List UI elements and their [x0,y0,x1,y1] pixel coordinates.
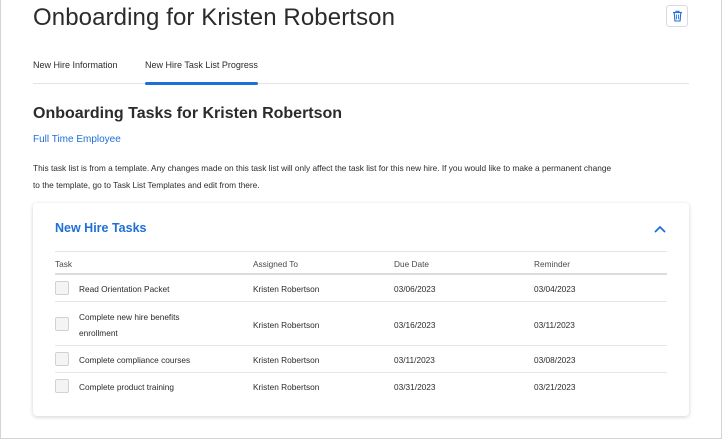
due-date: 03/16/2023 [394,320,436,330]
new-hire-tasks-card: New Hire Tasks Task Assigned To Due Date… [33,203,689,416]
delete-button[interactable] [666,5,688,27]
tab-new-hire-task-list-progress[interactable]: New Hire Task List Progress [145,60,258,85]
tasks-table: Task Assigned To Due Date Reminder Read … [55,251,667,400]
reminder-date: 03/08/2023 [534,355,576,365]
due-date: 03/11/2023 [394,355,435,365]
table-header: Task Assigned To Due Date Reminder [55,251,667,275]
task-name: Complete new hire benefits enrollment [79,309,229,341]
task-name: Complete compliance courses [79,355,191,365]
tab-new-hire-information[interactable]: New Hire Information [33,60,118,84]
task-checkbox[interactable] [55,379,69,393]
table-row: Complete new hire benefits enrollment Kr… [55,302,667,346]
assigned-to: Kristen Robertson [253,320,320,330]
task-checkbox[interactable] [55,352,69,366]
due-date: 03/31/2023 [394,382,436,392]
task-checkbox[interactable] [55,317,69,331]
column-header-task: Task [55,259,73,269]
task-checkbox[interactable] [55,281,69,295]
section-title: Onboarding Tasks for Kristen Robertson [33,105,343,122]
column-header-assigned-to: Assigned To [253,259,299,269]
assigned-to: Kristen Robertson [253,382,320,392]
chevron-up-icon[interactable] [653,224,667,234]
employee-type-link[interactable]: Full Time Employee [33,134,121,145]
tab-bar: New Hire Information New Hire Task List … [33,60,689,85]
column-header-reminder: Reminder [534,259,570,269]
reminder-date: 03/11/2023 [534,320,575,330]
reminder-date: 03/04/2023 [534,284,576,294]
page-container: Onboarding for Kristen Robertson New Hir… [0,0,722,439]
assigned-to: Kristen Robertson [253,284,320,294]
notice-line-1: This task list is from a template. Any c… [33,163,612,173]
reminder-date: 03/21/2023 [534,382,576,392]
template-notice: This task list is from a template. Any c… [33,160,693,194]
task-name-line-2: enrollment [79,328,118,338]
due-date: 03/06/2023 [394,284,436,294]
table-row: Complete product training Kristen Robert… [55,373,667,400]
notice-line-2: to the template, go to Task List Templat… [33,180,260,190]
table-row: Complete compliance courses Kristen Robe… [55,346,667,373]
assigned-to: Kristen Robertson [253,355,320,365]
column-header-due-date: Due Date [394,259,430,269]
card-title: New Hire Tasks [55,221,147,235]
task-name: Read Orientation Packet [79,284,170,294]
task-name-line-1: Complete new hire benefits [79,312,180,322]
task-name: Complete product training [79,382,175,392]
trash-icon [672,10,682,22]
table-row: Read Orientation Packet Kristen Robertso… [55,275,667,302]
page-title: Onboarding for Kristen Robertson [33,4,396,31]
